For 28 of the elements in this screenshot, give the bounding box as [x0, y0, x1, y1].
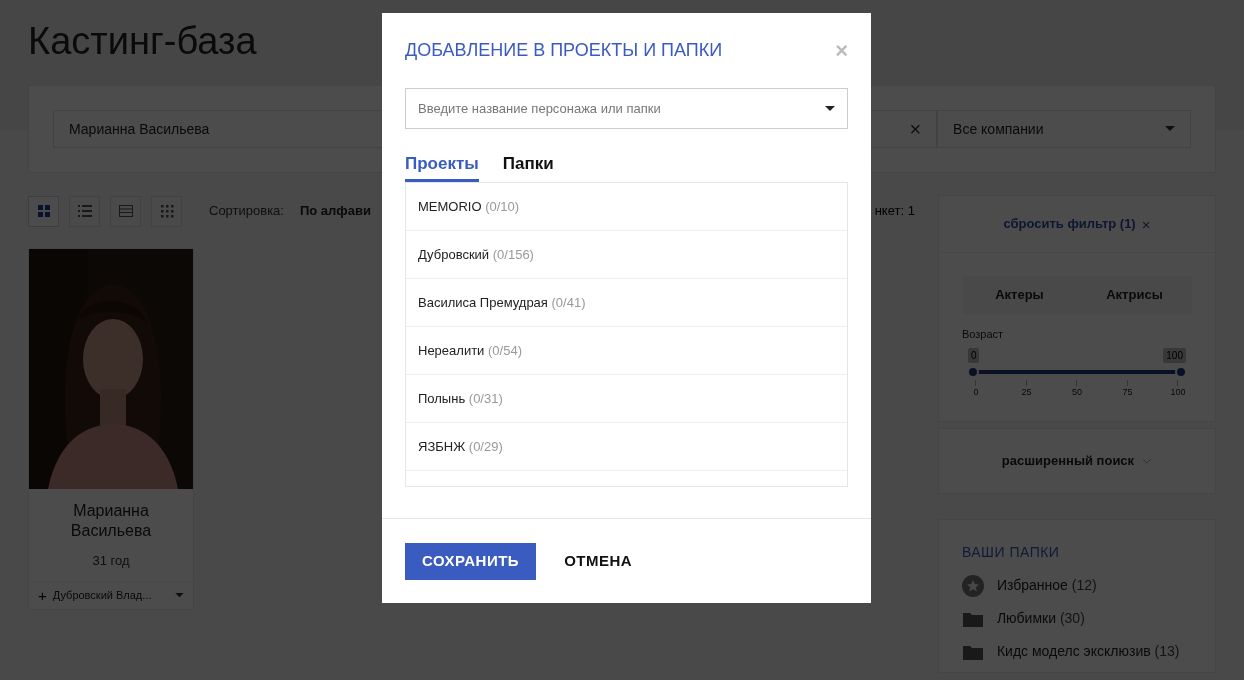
age-label: Возраст: [961, 327, 1005, 342]
actor-age: 31 год: [91, 552, 131, 570]
page-title: Кастинг-база: [28, 20, 257, 62]
project-item[interactable]: Дубровский (0/156): [406, 231, 847, 279]
dialog-tab[interactable]: Проекты: [405, 151, 479, 182]
reset-filter-link[interactable]: сбросить фильтр (1): [1003, 214, 1136, 234]
cancel-button[interactable]: ОТМЕНА: [564, 549, 633, 573]
dialog-tab[interactable]: Папки: [502, 151, 554, 182]
tick-label: 25: [1021, 385, 1032, 399]
folders-title: ВАШИ ПАПКИ: [961, 543, 1061, 562]
search-value: Марианна Васильева: [69, 119, 210, 139]
project-item[interactable]: Полынь (0/31): [406, 375, 847, 423]
tick-label: 50: [1071, 385, 1082, 399]
plus-icon: +: [38, 587, 47, 603]
tick-label: 100: [1170, 385, 1186, 399]
close-button[interactable]: ×: [835, 39, 848, 62]
save-button[interactable]: СОХРАНИТЬ: [405, 542, 537, 580]
dialog-title: ДОБАВЛЕНИЕ В ПРОЕКТЫ И ПАПКИ: [405, 39, 723, 62]
actor-name: Марианна Васильева: [69, 501, 153, 541]
caret-icon: [825, 106, 835, 112]
tick-label: 75: [1122, 385, 1133, 399]
result-count: нкет: 1: [874, 202, 915, 221]
project-search-field[interactable]: Введите название персонажа или папки: [405, 88, 848, 129]
project-item[interactable]: Нереалити (0/54): [406, 327, 847, 375]
project-item[interactable]: Василиса Премудрая (0/41): [406, 279, 847, 327]
project-item[interactable]: MEMORIO (0/10): [406, 183, 847, 231]
project-item[interactable]: ЯЗБНЖ (0/29): [406, 423, 847, 471]
sort-label: Сортировка:: [209, 202, 284, 221]
